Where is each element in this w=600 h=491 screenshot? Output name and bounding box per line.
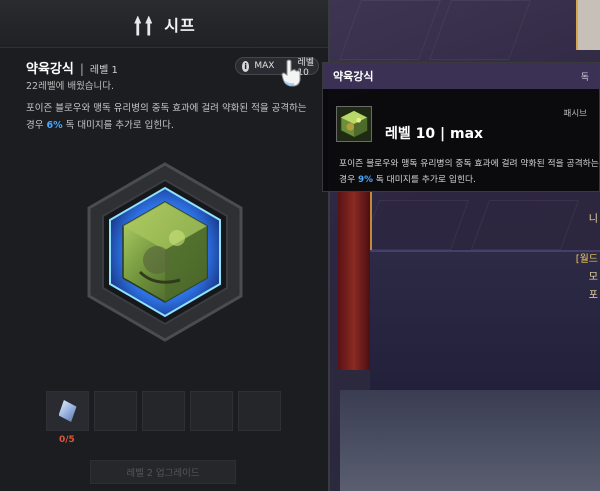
upgrade-slot[interactable]: [46, 391, 89, 431]
panel-header: 시프: [0, 0, 328, 48]
floor-tile: [360, 200, 470, 250]
edge-text: 모: [588, 272, 598, 283]
tooltip-element: 독: [580, 72, 589, 83]
skill-cube-icon: [336, 106, 372, 142]
skill-icon-hexagon: [87, 162, 243, 342]
panel-title: 시프: [164, 15, 196, 35]
separator: |: [79, 62, 84, 76]
info-icon: i: [242, 60, 250, 72]
minimap-edge: [576, 0, 600, 50]
upgrade-slot[interactable]: [238, 391, 281, 431]
tooltip-title: 약육강식: [333, 70, 374, 83]
tooltip-description: 포이즌 블로우와 맹독 유리병의 중독 효과에 걸려 약화된 적을 공격하는 경…: [339, 156, 599, 188]
slot-count: 0/5: [59, 435, 75, 445]
floor-tile: [429, 0, 531, 60]
hand-cursor-icon: [281, 59, 301, 87]
twin-daggers-icon: [132, 12, 154, 36]
max-level-toggle[interactable]: i MAX 레벨 10: [235, 57, 319, 78]
desc-text: 독 대미지를 추가로 입힌다.: [62, 120, 174, 131]
skill-name: 약육강식: [26, 62, 74, 77]
max-label: MAX: [254, 61, 275, 71]
learned-text: 22레벨에 배웠습니다.: [26, 81, 115, 92]
damage-percent: 9%: [357, 175, 373, 185]
skill-description: 포이즌 블로우와 맹독 유리병의 중독 효과에 걸려 약화된 적을 공격하는 경…: [26, 100, 316, 134]
stone-block: [370, 250, 600, 390]
stone-floor: [340, 390, 600, 491]
upgrade-slot[interactable]: [94, 391, 137, 431]
upgrade-slot[interactable]: [142, 391, 185, 431]
level-upgrade-button[interactable]: 레벨 2 업그레이드: [90, 460, 236, 484]
crystal-gem-icon: [58, 400, 77, 422]
red-pillar: [338, 190, 372, 370]
upgrade-slot[interactable]: [190, 391, 233, 431]
tooltip-header: 약육강식 독: [323, 63, 599, 89]
skill-tooltip: 약육강식 독 패시브 레벨 10 | max 포이즌 블로우와 맹독 유리병의 …: [322, 62, 600, 192]
edge-text: 니: [588, 214, 598, 225]
floor-tile: [470, 200, 580, 250]
skill-level: 레벨 1: [89, 65, 118, 76]
edge-text: 포: [588, 290, 598, 301]
desc-text: 독 대미지를 추가로 입힌다.: [372, 175, 476, 185]
skill-panel: 시프 약육강식 | 레벨 1 22레벨에 배웠습니다. i MAX 레벨 10 …: [0, 0, 330, 491]
floor-tile: [339, 0, 441, 60]
skill-name-row: 약육강식 | 레벨 1: [26, 58, 118, 77]
tooltip-skill-type: 패시브: [563, 109, 587, 119]
tooltip-level: 레벨 10 | max: [385, 126, 484, 142]
damage-percent: 6%: [46, 120, 63, 131]
upgrade-slots: [46, 391, 281, 431]
edge-text: [월드: [575, 254, 598, 265]
upgrade-label: 레벨 2 업그레이드: [126, 468, 200, 479]
